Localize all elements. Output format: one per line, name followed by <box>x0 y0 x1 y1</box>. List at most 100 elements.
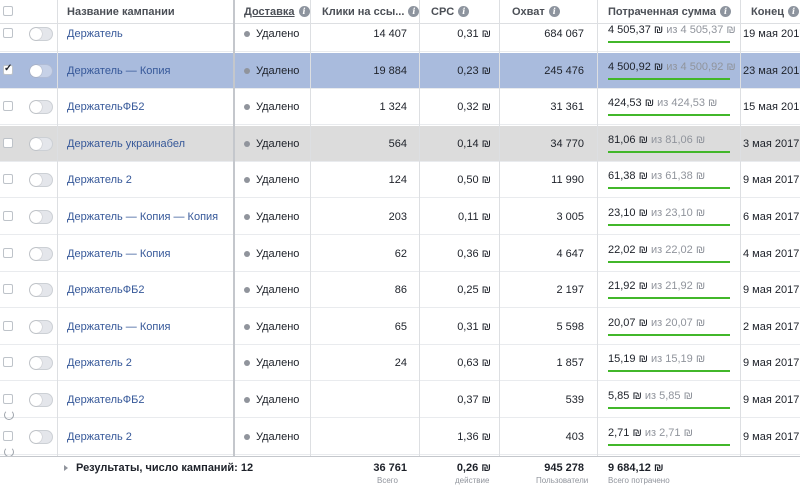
table-row[interactable]: Держатель 2 Удалено 124 0,50 ₪ 11 990 61,38 ₪… <box>0 162 800 198</box>
cpc-value: 0,63 ₪ <box>457 356 491 369</box>
spent-value: 22,02 ₪ из 22,02 ₪ <box>608 236 732 271</box>
end-date: 15 мая 2017 <box>743 100 800 113</box>
table-row[interactable]: Держатель — Копия Удалено 62 0,36 ₪ 4 647 22,… <box>0 236 800 272</box>
clicks-value: 65 <box>394 320 407 333</box>
spent-value: 2,71 ₪ из 2,71 ₪ <box>608 419 732 454</box>
end-date: 2 мая 2017 <box>743 320 800 333</box>
row-checkbox[interactable] <box>3 211 13 221</box>
delivery-status: Удалено <box>244 309 299 344</box>
cpc-value: 0,25 ₪ <box>457 283 491 296</box>
row-checkbox[interactable] <box>3 101 13 111</box>
spent-value: 5,85 ₪ из 5,85 ₪ <box>608 382 732 417</box>
table-row[interactable]: Держатель украинабел Удалено 564 0,14 ₪ 34 7… <box>0 126 800 162</box>
clicks-value: 62 <box>394 247 407 260</box>
toggle-icon[interactable] <box>29 64 53 78</box>
toggle-icon[interactable] <box>29 247 53 261</box>
spend-progress-bar <box>608 224 730 226</box>
spend-progress-bar <box>608 187 730 189</box>
status-dot-icon <box>244 323 250 330</box>
campaign-name-link[interactable]: Держатель — Копия <box>67 309 170 344</box>
status-dot-icon <box>244 396 250 403</box>
row-checkbox[interactable] <box>3 357 13 367</box>
toggle-icon[interactable] <box>29 137 53 151</box>
cpc-value: 0,14 ₪ <box>457 137 491 150</box>
spend-progress-bar <box>608 114 730 116</box>
row-checkbox[interactable] <box>3 63 13 75</box>
reach-value: 31 361 <box>550 100 584 113</box>
toggle-icon[interactable] <box>29 27 53 41</box>
delivery-status: Удалено <box>244 162 299 197</box>
toggle-icon[interactable] <box>29 283 53 297</box>
campaign-name-link[interactable]: Держатель 2 <box>67 419 132 454</box>
reach-value: 4 647 <box>556 247 584 260</box>
toggle-icon[interactable] <box>29 100 53 114</box>
cpc-value: 0,50 ₪ <box>457 173 491 186</box>
campaign-name-link[interactable]: Держатель — Копия <box>67 53 170 88</box>
status-dot-icon <box>244 250 250 257</box>
clicks-value: 203 <box>388 210 407 223</box>
table-row[interactable]: Держатель — Копия Удалено 19 884 0,23 ₪ 245 … <box>0 53 800 89</box>
end-date: 19 мая 2017 <box>743 27 800 40</box>
row-checkbox[interactable] <box>3 321 13 331</box>
toggle-icon[interactable] <box>29 393 53 407</box>
clicks-value: 124 <box>388 173 407 186</box>
select-all-checkbox[interactable] <box>3 6 13 16</box>
spend-progress-bar <box>608 444 730 446</box>
column-divider <box>57 0 58 484</box>
campaign-name-link[interactable]: Держатель 2 <box>67 162 132 197</box>
toggle-icon[interactable] <box>29 210 53 224</box>
spend-progress-bar <box>608 261 730 263</box>
row-checkbox[interactable] <box>3 28 13 38</box>
campaign-name-link[interactable]: Держатель — Копия <box>67 236 170 271</box>
table-row[interactable]: Держатель Удалено 14 407 0,31 ₪ 684 067 4 505… <box>0 16 800 52</box>
campaign-name-link[interactable]: Держатель <box>67 16 123 51</box>
spent-value: 20,07 ₪ из 20,07 ₪ <box>608 309 732 344</box>
reach-value: 3 005 <box>556 210 584 223</box>
spend-progress-bar <box>608 297 730 299</box>
campaign-name-link[interactable]: Держатель украинабел <box>67 126 185 161</box>
spent-value: 4 500,92 ₪ из 4 500,92 ₪ <box>608 53 736 88</box>
row-checkbox[interactable] <box>3 248 13 258</box>
status-dot-icon <box>244 176 250 183</box>
campaign-name-link[interactable]: ДержательФБ2 <box>67 382 144 417</box>
row-checkbox[interactable] <box>3 284 13 294</box>
end-date: 3 мая 2017 <box>743 137 800 150</box>
toggle-icon[interactable] <box>29 320 53 334</box>
toggle-icon[interactable] <box>29 430 53 444</box>
end-date: 9 мая 2017 <box>743 283 800 296</box>
table-row[interactable]: Держатель — Копия — Копия Удалено 203 0,11 … <box>0 199 800 235</box>
row-checkbox[interactable] <box>3 138 13 148</box>
delivery-status: Удалено <box>244 199 299 234</box>
table-row[interactable]: Держатель 2 Удалено 1,36 ₪ 403 2,71 ₪ из 2,7… <box>0 419 800 457</box>
cpc-value: 0,31 ₪ <box>457 320 491 333</box>
reach-value: 34 770 <box>550 137 584 150</box>
table-row[interactable]: Держатель 2 Удалено 24 0,63 ₪ 1 857 15,19 ₪ и… <box>0 345 800 381</box>
clicks-value: 19 884 <box>373 64 407 77</box>
campaign-name-link[interactable]: ДержательФБ2 <box>67 89 144 124</box>
delivery-status: Удалено <box>244 382 299 417</box>
table-row[interactable]: Держатель — Копия Удалено 65 0,31 ₪ 5 598 20,… <box>0 309 800 345</box>
delivery-status: Удалено <box>244 236 299 271</box>
campaign-name-link[interactable]: Держатель 2 <box>67 345 132 380</box>
toggle-icon[interactable] <box>29 356 53 370</box>
table-row[interactable]: ДержательФБ2 Удалено 86 0,25 ₪ 2 197 21,92 ₪ … <box>0 272 800 308</box>
row-checkbox[interactable] <box>3 394 13 404</box>
cpc-value: 0,32 ₪ <box>457 100 491 113</box>
spend-progress-bar <box>608 78 730 80</box>
status-dot-icon <box>244 30 250 37</box>
spent-value: 21,92 ₪ из 21,92 ₪ <box>608 272 732 307</box>
spend-progress-bar <box>608 370 730 372</box>
expand-triangle-icon[interactable] <box>64 465 68 471</box>
toggle-icon[interactable] <box>29 173 53 187</box>
row-checkbox[interactable] <box>3 174 13 184</box>
table-row[interactable]: ДержательФБ2 Удалено 1 324 0,32 ₪ 31 361 424,… <box>0 89 800 125</box>
reach-value: 684 067 <box>544 27 584 40</box>
campaign-name-link[interactable]: ДержательФБ2 <box>67 272 144 307</box>
footer-label[interactable]: Результаты, число кампаний: 12 <box>64 457 253 479</box>
clicks-value: 564 <box>388 137 407 150</box>
row-checkbox[interactable] <box>3 431 13 441</box>
campaign-name-link[interactable]: Держатель — Копия — Копия <box>67 199 218 234</box>
end-date: 9 мая 2017 <box>743 393 800 406</box>
cpc-value: 1,36 ₪ <box>457 430 491 443</box>
table-row[interactable]: ДержательФБ2 Удалено 0,37 ₪ 539 5,85 ₪ из 5,… <box>0 382 800 420</box>
